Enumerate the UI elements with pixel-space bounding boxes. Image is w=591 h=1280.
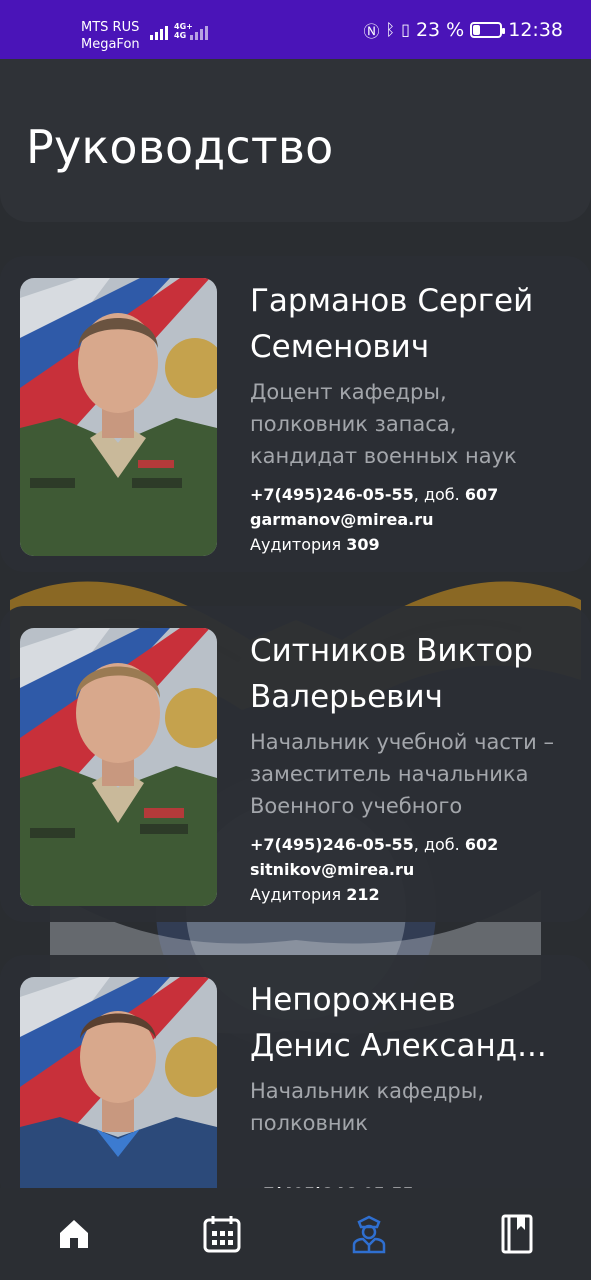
room-label: Аудитория — [250, 535, 347, 554]
bluetooth-icon: ᛒ — [385, 20, 396, 39]
signal-icon-2 — [190, 26, 208, 40]
staff-icon — [353, 1215, 386, 1254]
nav-library[interactable] — [477, 1194, 557, 1274]
email-address[interactable]: sitnikov@mirea.ru — [250, 860, 414, 879]
room-number: 309 — [346, 535, 380, 554]
staff-role: Доцент кафедры, полковник запаса, кандид… — [250, 380, 517, 468]
nav-home[interactable] — [34, 1194, 114, 1274]
staff-name: Непорожнев Денис Александ... — [250, 977, 550, 1069]
ext-label: , доб. — [413, 485, 465, 504]
nav-schedule[interactable] — [182, 1194, 262, 1274]
staff-role: Начальник кафедры, полковник — [250, 1079, 485, 1135]
staff-photo-1 — [20, 278, 217, 556]
phone-number[interactable]: +7(495)246-05-55 — [250, 485, 414, 504]
carrier-info: MTS RUS MegaFon — [81, 19, 140, 53]
staff-room: Аудитория 212 — [250, 885, 380, 904]
staff-email[interactable]: garmanov@mirea.ru — [250, 510, 433, 529]
staff-phone[interactable]: +7(495)246-05-55, доб. 607 — [250, 485, 498, 504]
room-number: 212 — [346, 885, 380, 904]
staff-name-text: Непорожнев Денис Александ... — [250, 982, 547, 1064]
page-title: Руководство — [26, 120, 334, 174]
home-icon — [59, 1220, 88, 1248]
staff-card-3[interactable]: Непорожнев Денис Александ... Начальник к… — [0, 955, 591, 1205]
status-right: Ⓝ ᛒ ▯ 23 % 12:38 — [364, 0, 563, 59]
staff-phone[interactable]: +7(495)246-05-55, доб. 602 — [250, 835, 498, 854]
phone-number[interactable]: +7(495)246-05-55 — [250, 835, 414, 854]
staff-photo-2 — [20, 628, 217, 906]
carrier-name-2: MegaFon — [81, 37, 140, 52]
staff-room: Аудитория 309 — [250, 535, 380, 554]
staff-photo-3 — [20, 977, 217, 1205]
bottom-nav — [0, 1188, 591, 1280]
ext-number: 602 — [464, 835, 499, 854]
room-label: Аудитория — [250, 885, 347, 904]
clock: 12:38 — [508, 18, 563, 41]
carrier-name-1: MTS RUS — [81, 20, 140, 35]
staff-email[interactable]: sitnikov@mirea.ru — [250, 860, 414, 879]
status-bar: MTS RUS MegaFon 4G+ 4G Ⓝ ᛒ ▯ 23 % 12:38 — [0, 0, 591, 59]
vibrate-icon: ▯ — [401, 20, 410, 39]
staff-card-1[interactable]: Гарманов Сергей Семенович Доцент кафедры… — [0, 256, 591, 572]
staff-card-2[interactable]: Ситников Виктор Валерьевич Начальник уче… — [0, 606, 591, 922]
calendar-icon — [203, 1216, 241, 1253]
email-address[interactable]: garmanov@mirea.ru — [250, 510, 433, 529]
ext-label: , доб. — [413, 835, 465, 854]
staff-role: Начальник учебной части – заместитель на… — [250, 730, 554, 818]
signal-icon — [150, 26, 168, 40]
ext-number: 607 — [464, 485, 499, 504]
battery-icon — [470, 21, 506, 38]
staff-name: Гарманов Сергей Семенович — [250, 283, 534, 365]
book-icon — [501, 1214, 533, 1254]
staff-name: Ситников Виктор Валерьевич — [250, 633, 533, 715]
nav-staff[interactable] — [329, 1194, 409, 1274]
battery-percent: 23 % — [415, 18, 465, 41]
nfc-icon: Ⓝ — [363, 21, 380, 41]
